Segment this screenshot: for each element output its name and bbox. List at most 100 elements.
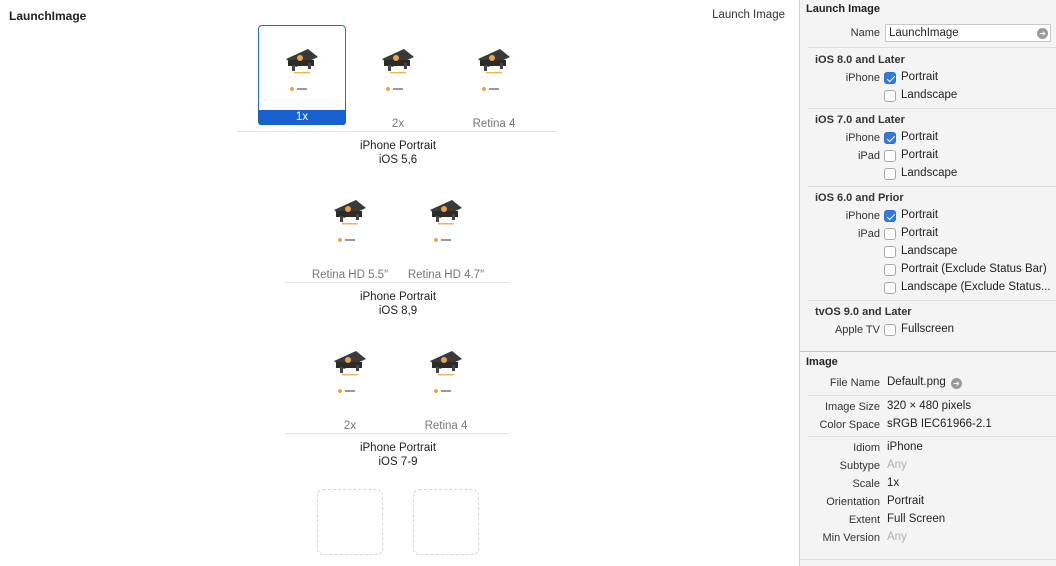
group-label-line1: iPhone Portrait <box>359 442 437 454</box>
image-slot-retina4[interactable]: Retina 4 <box>402 327 490 432</box>
empty-image-slot[interactable] <box>413 489 479 555</box>
checkbox-unchecked[interactable] <box>884 168 896 180</box>
checkbox-unchecked[interactable] <box>884 90 896 102</box>
image-slot-retina-hd-4-7[interactable]: Retina HD 4.7″ <box>402 176 490 281</box>
image-size-label: Image Size <box>824 401 880 413</box>
empty-image-slot[interactable] <box>317 489 383 555</box>
checkbox-checked[interactable] <box>884 72 896 84</box>
checkbox-label: Portrait <box>901 149 939 161</box>
launch-image-thumbnail <box>286 49 318 91</box>
min-version-label: Min Version <box>822 532 880 544</box>
asset-canvas: LaunchImage Launch Image 1x 2x Retina 4 <box>0 0 799 566</box>
orientation-label: Orientation <box>826 496 880 508</box>
launch-image-thumbnail <box>382 49 414 91</box>
color-space-label: Color Space <box>819 419 880 431</box>
min-version-value: Any <box>887 531 907 543</box>
ios6-title: iOS 6.0 and Prior <box>815 192 904 204</box>
image-section-title: Image <box>806 356 838 368</box>
group-label-line2: iOS 7-9 <box>378 456 418 468</box>
group-label-line1: iPhone Portrait <box>359 140 437 152</box>
subtype-value: Any <box>887 459 907 471</box>
checkbox-unchecked[interactable] <box>884 246 896 258</box>
section-divider <box>808 186 1056 187</box>
slot-label: 1x <box>258 110 346 125</box>
checkbox-label: Portrait (Exclude Status Bar) <box>901 263 1047 275</box>
color-space-value: sRGB IEC61966-2.1 <box>887 418 992 430</box>
subtype-label: Subtype <box>839 460 880 472</box>
checkbox-checked[interactable] <box>884 210 896 222</box>
checkbox-label: Landscape <box>901 245 958 257</box>
iphone-label: iPhone <box>845 132 880 144</box>
checkbox-label: Portrait <box>901 227 939 239</box>
name-input[interactable]: LaunchImage <box>885 24 1051 42</box>
attributes-inspector: Launch Image Name LaunchImage ➜ iOS 8.0 … <box>799 0 1056 566</box>
section-divider <box>808 300 1056 301</box>
group-separator <box>285 433 510 434</box>
checkbox-label: Portrait <box>901 209 939 221</box>
apple-tv-label: Apple TV <box>834 324 880 336</box>
checkbox-label: Portrait <box>901 131 939 143</box>
launch-image-thumbnail <box>430 200 462 242</box>
scale-label: Scale <box>852 478 880 490</box>
launch-image-thumbnail <box>334 200 366 242</box>
image-slot-2x[interactable]: 2x <box>354 25 442 130</box>
asset-set-title: LaunchImage <box>9 9 87 23</box>
extent-label: Extent <box>848 514 880 526</box>
checkbox-label: Landscape <box>901 89 958 101</box>
extent-value: Full Screen <box>887 513 946 525</box>
idiom-label: Idiom <box>853 442 880 454</box>
tvos-title: tvOS 9.0 and Later <box>815 306 912 318</box>
image-slot-retina4[interactable]: Retina 4 <box>450 25 538 130</box>
section-divider <box>808 395 1056 396</box>
checkbox-checked[interactable] <box>884 132 896 144</box>
checkbox-unchecked[interactable] <box>884 324 896 336</box>
iphone-label: iPhone <box>845 72 880 84</box>
ipad-label: iPad <box>857 150 880 162</box>
reveal-file-arrow-icon[interactable]: ➜ <box>951 378 962 389</box>
launch-image-thumbnail <box>334 351 366 393</box>
section-divider <box>800 559 1056 560</box>
checkbox-label: Landscape <box>901 167 958 179</box>
image-slot-1x[interactable]: 1x <box>258 25 346 125</box>
asset-set-type-label: Launch Image <box>712 9 785 21</box>
checkbox-label: Landscape (Exclude Status... <box>901 281 1051 293</box>
ipad-label: iPad <box>857 228 880 240</box>
image-size-value: 320 × 480 pixels <box>887 400 972 412</box>
panel-divider <box>800 351 1056 352</box>
group-label-line2: iOS 5,6 <box>378 154 418 166</box>
slot-label: 2x <box>343 420 357 432</box>
checkbox-unchecked[interactable] <box>884 150 896 162</box>
name-label: Name <box>850 27 880 39</box>
checkbox-label: Fullscreen <box>901 323 955 335</box>
launch-image-thumbnail <box>478 49 510 91</box>
section-divider <box>808 108 1056 109</box>
checkbox-unchecked[interactable] <box>884 228 896 240</box>
section-divider <box>808 47 1056 48</box>
section-divider <box>808 436 1056 437</box>
checkbox-unchecked[interactable] <box>884 282 896 294</box>
group-label-line1: iPhone Portrait <box>359 291 437 303</box>
launch-image-section-title: Launch Image <box>806 3 880 15</box>
ios8-title: iOS 8.0 and Later <box>815 54 905 66</box>
group-separator <box>237 131 557 132</box>
go-to-arrow-icon[interactable]: ➜ <box>1037 28 1048 39</box>
ios7-title: iOS 7.0 and Later <box>815 114 905 126</box>
slot-label: Retina 4 <box>424 420 468 432</box>
image-slot-2x[interactable]: 2x <box>306 327 394 432</box>
idiom-value: iPhone <box>887 441 923 453</box>
group-separator <box>285 282 510 283</box>
scale-value: 1x <box>887 477 900 489</box>
name-input-value: LaunchImage <box>889 27 959 39</box>
image-slot-retina-hd-5-5[interactable]: Retina HD 5.5″ <box>306 176 394 281</box>
file-name-value: Default.png <box>887 376 946 388</box>
group-label-line2: iOS 8,9 <box>378 305 418 317</box>
slot-label: Retina 4 <box>472 118 516 130</box>
orientation-value: Portrait <box>887 495 925 507</box>
slot-label: Retina HD 4.7″ <box>407 269 485 281</box>
checkbox-unchecked[interactable] <box>884 264 896 276</box>
slot-label: Retina HD 5.5″ <box>311 269 389 281</box>
iphone-label: iPhone <box>845 210 880 222</box>
checkbox-label: Portrait <box>901 71 939 83</box>
launch-image-thumbnail <box>430 351 462 393</box>
file-name-label: File Name <box>829 377 880 389</box>
